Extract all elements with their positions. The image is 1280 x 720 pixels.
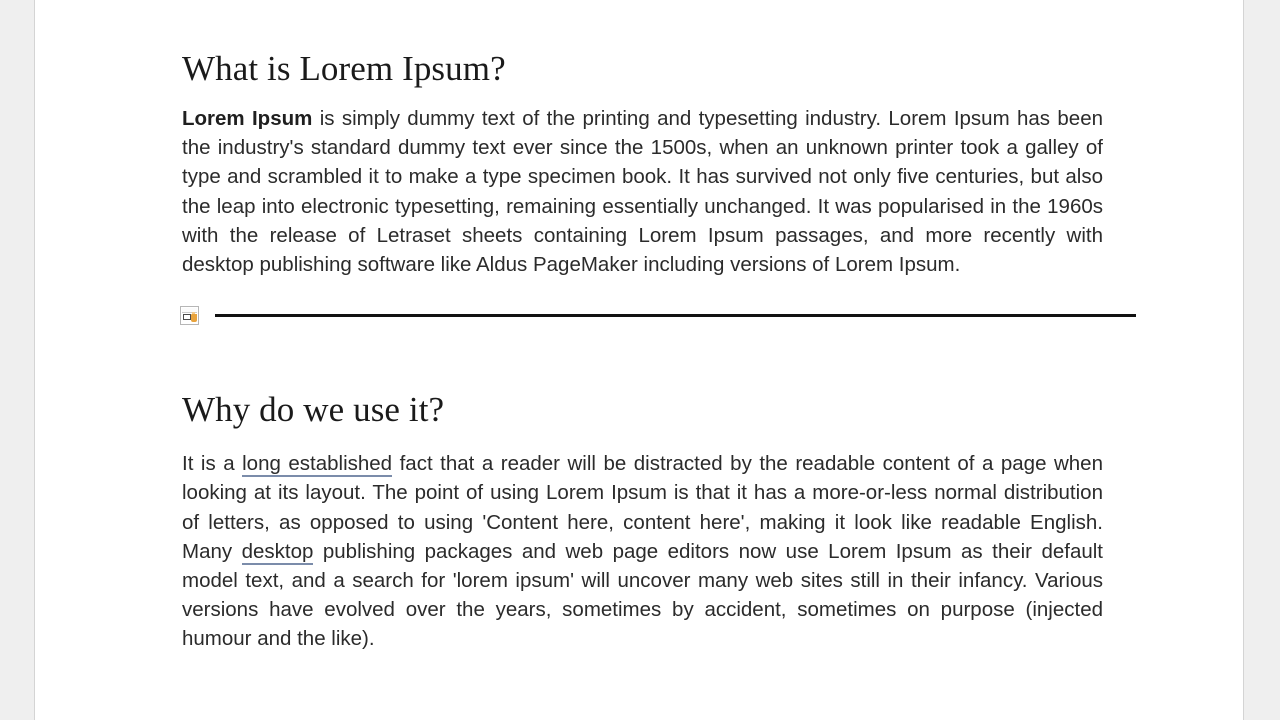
section-break-icon-accent — [191, 314, 197, 323]
document-page: What is Lorem Ipsum? Lorem Ipsum is simp… — [34, 0, 1244, 720]
document-workspace: What is Lorem Ipsum? Lorem Ipsum is simp… — [0, 0, 1280, 720]
paragraph-why-do-we-use-it: It is a long established fact that a rea… — [181, 431, 1103, 653]
paragraph-body-text: is simply dummy text of the printing and… — [182, 107, 1104, 277]
section-break-rule — [215, 314, 1136, 318]
paragraph-bold-lead: Lorem Ipsum — [182, 107, 313, 130]
section-heading-what-is-lorem-ipsum: What is Lorem Ipsum? — [182, 49, 506, 88]
section-break-icon-bar — [183, 314, 191, 321]
section-break-icon[interactable] — [180, 306, 199, 326]
link-long-established[interactable]: long established — [242, 452, 393, 478]
link-desktop[interactable]: desktop — [241, 539, 314, 565]
section-break-row — [180, 295, 1136, 337]
section-heading-why-do-we-use-it: Why do we use it? — [182, 390, 445, 430]
paragraph-text-part-3: publishing packages and web page editors… — [182, 539, 1104, 651]
paragraph-text-part-1: It is a — [182, 452, 243, 476]
page-content-area: What is Lorem Ipsum? Lorem Ipsum is simp… — [180, 0, 1136, 654]
paragraph-what-is-lorem-ipsum: Lorem Ipsum is simply dummy text of the … — [181, 90, 1103, 279]
